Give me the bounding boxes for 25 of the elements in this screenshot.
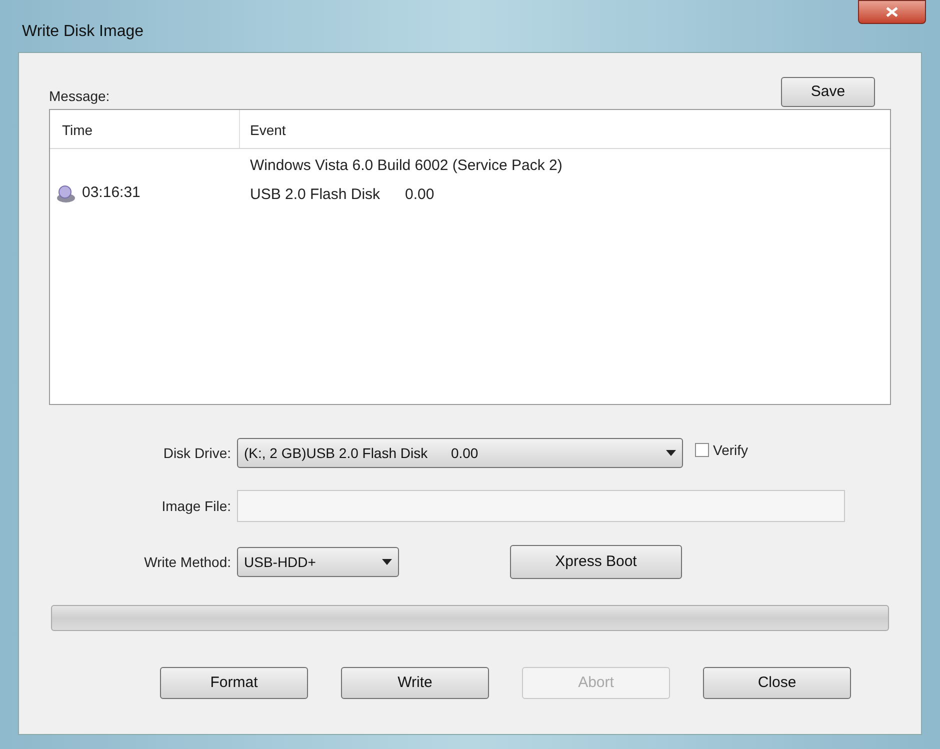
close-button[interactable] <box>858 0 926 24</box>
window-title: Write Disk Image <box>22 22 144 42</box>
dialog-button[interactable]: Format <box>160 667 308 699</box>
image-file-field[interactable] <box>237 490 845 522</box>
event-cell-text: Windows Vista 6.0 Build 6002 (Service Pack 2) <box>250 156 562 176</box>
dialog-button[interactable]: Close <box>703 667 851 699</box>
time-cell-text: 03:16:31 <box>82 182 140 202</box>
save-button[interactable]: Save <box>781 77 875 107</box>
message-label: Message: <box>49 87 110 106</box>
disk-icon <box>56 184 76 204</box>
xpress-boot-button[interactable]: Xpress Boot <box>510 545 682 579</box>
verify-checkbox[interactable] <box>695 443 709 457</box>
write-method-label: Write Method: <box>143 552 232 572</box>
column-header[interactable]: Time <box>50 110 240 148</box>
column-header[interactable]: Event <box>240 110 286 148</box>
disk-drive-dropdown[interactable]: (K:, 2 GB)USB 2.0 Flash Disk 0.00 <box>237 438 683 468</box>
close-icon <box>886 7 898 17</box>
event-cell-text: USB 2.0 Flash Disk 0.00 <box>250 184 436 204</box>
image-file-label: Image File: <box>160 496 232 516</box>
disk-drive-label: Disk Drive: <box>162 444 232 462</box>
caret-icon <box>382 559 392 565</box>
caret-icon <box>666 450 676 456</box>
dialog-button[interactable]: Write <box>341 667 489 699</box>
write-method-dropdown[interactable]: USB-HDD+ <box>237 547 399 577</box>
verify-label: Verify <box>713 440 748 460</box>
